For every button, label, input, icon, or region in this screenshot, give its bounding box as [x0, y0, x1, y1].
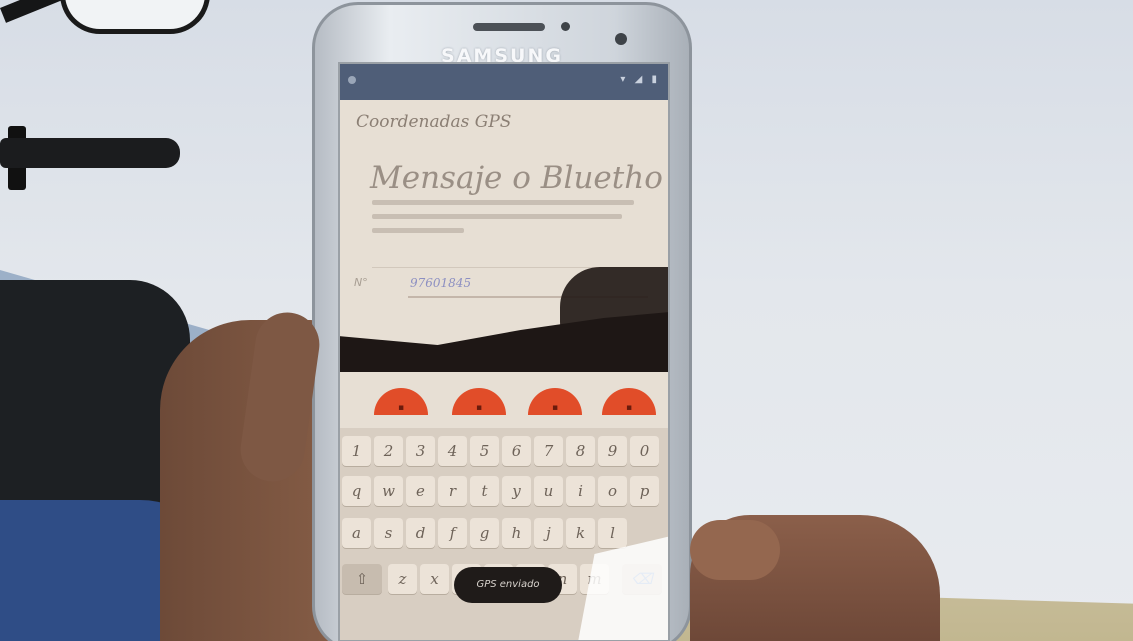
key[interactable]: z	[388, 564, 417, 594]
key[interactable]: 4	[438, 436, 467, 466]
action-button-4[interactable]: ▪	[602, 388, 656, 415]
key[interactable]: s	[374, 518, 403, 548]
key[interactable]: l	[598, 518, 627, 548]
photo-scene: SAMSUNG ▾ ◢ ▮ Coordenadas GPS Mensaje o …	[0, 0, 1133, 641]
key[interactable]: y	[502, 476, 531, 506]
key[interactable]: 7	[534, 436, 563, 466]
key[interactable]: w	[374, 476, 403, 506]
key[interactable]: 5	[470, 436, 499, 466]
motorcycle-handlebar	[0, 138, 180, 168]
key[interactable]: d	[406, 518, 435, 548]
key[interactable]: t	[470, 476, 499, 506]
shift-key[interactable]: ⇧	[342, 564, 382, 594]
action-button-3[interactable]: ▪	[528, 388, 582, 415]
key[interactable]: 0	[630, 436, 659, 466]
key[interactable]: f	[438, 518, 467, 548]
toast-message: GPS enviado	[454, 567, 562, 603]
key[interactable]: q	[342, 476, 371, 506]
action-buttons: ▪ ▪ ▪ ▪	[338, 388, 670, 418]
motorcycle-mirror	[60, 0, 210, 34]
key[interactable]: i	[566, 476, 595, 506]
action-button-2[interactable]: ▪	[452, 388, 506, 415]
earpiece-speaker	[473, 23, 545, 31]
action-3-icon: ▪	[551, 403, 559, 413]
key[interactable]: g	[470, 518, 499, 548]
screen-shadow	[338, 312, 670, 372]
notification-icon	[348, 76, 356, 84]
key[interactable]: p	[630, 476, 659, 506]
action-2-icon: ▪	[475, 403, 483, 413]
right-finger	[690, 520, 780, 580]
key[interactable]: j	[534, 518, 563, 548]
key[interactable]: 2	[374, 436, 403, 466]
status-icons: ▾ ◢ ▮	[620, 74, 660, 85]
key[interactable]: r	[438, 476, 467, 506]
phone-screen: ▾ ◢ ▮ Coordenadas GPS Mensaje o Bluetho …	[338, 62, 670, 641]
key[interactable]: o	[598, 476, 627, 506]
phone-number-label: N°	[354, 276, 368, 289]
blurred-description-lines	[372, 200, 634, 233]
key[interactable]: x	[420, 564, 449, 594]
key[interactable]: k	[566, 518, 595, 548]
page-headline: Mensaje o Bluetho	[370, 160, 663, 196]
action-1-icon: ▪	[397, 403, 405, 413]
front-camera	[615, 33, 627, 45]
key[interactable]: u	[534, 476, 563, 506]
app-title: Coordenadas GPS	[356, 112, 512, 132]
key[interactable]: 9	[598, 436, 627, 466]
key[interactable]: 1	[342, 436, 371, 466]
key[interactable]: e	[406, 476, 435, 506]
action-4-icon: ▪	[625, 403, 633, 413]
key[interactable]: 6	[502, 436, 531, 466]
key[interactable]: 8	[566, 436, 595, 466]
action-button-1[interactable]: ▪	[374, 388, 428, 415]
proximity-sensor	[561, 22, 570, 31]
description-text	[372, 196, 642, 246]
phone-number-input[interactable]: 97601845	[410, 276, 471, 290]
key[interactable]: 3	[406, 436, 435, 466]
key[interactable]: h	[502, 518, 531, 548]
status-bar: ▾ ◢ ▮	[338, 62, 670, 100]
key[interactable]: a	[342, 518, 371, 548]
